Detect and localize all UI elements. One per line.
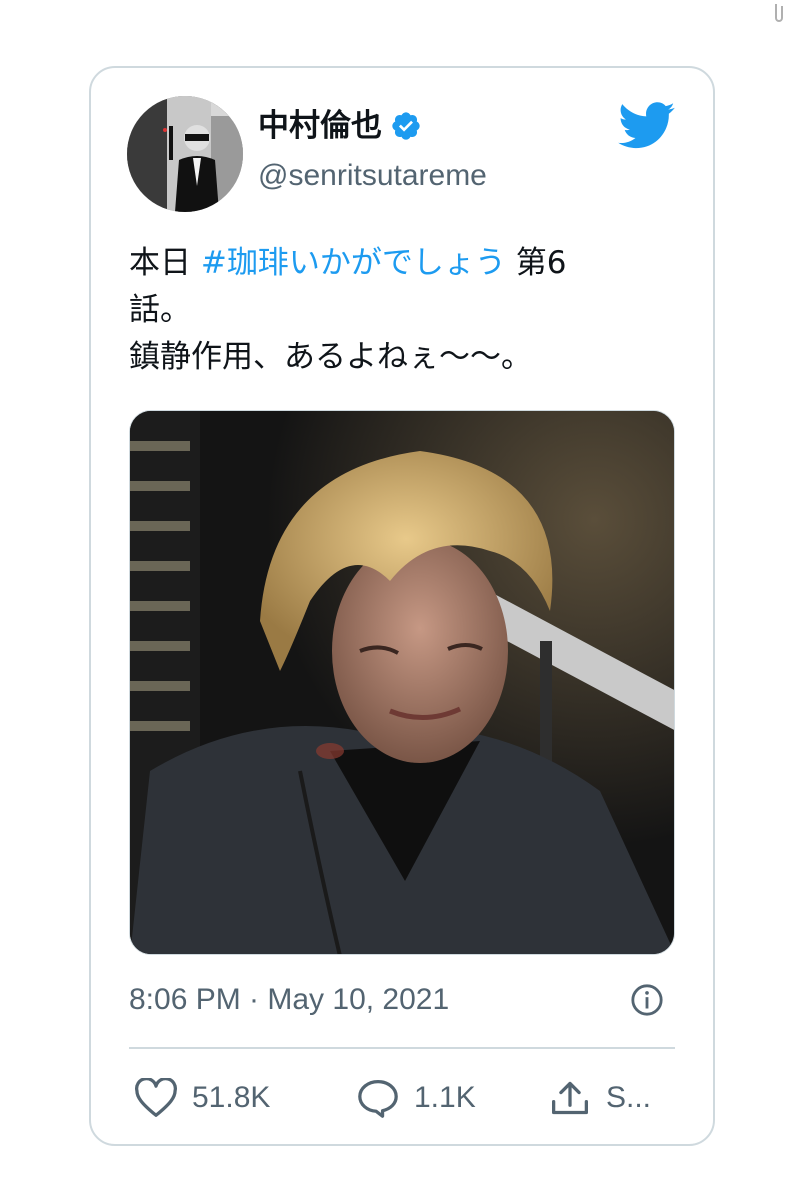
upload-share-icon bbox=[552, 1081, 588, 1115]
tweet-text: 本日 #珈琲いかがでしょう 第6 話。 鎮静作用、あるよねぇ〜〜。 bbox=[129, 240, 649, 381]
twitter-bird-icon[interactable] bbox=[618, 102, 676, 150]
info-icon[interactable] bbox=[630, 983, 664, 1017]
like-count: 51.8K bbox=[192, 1081, 271, 1114]
avatar[interactable] bbox=[127, 96, 243, 212]
tweet-photo[interactable] bbox=[129, 410, 675, 955]
reply-button[interactable]: 1.1K bbox=[356, 1074, 476, 1122]
share-label: S... bbox=[606, 1081, 652, 1114]
divider bbox=[129, 1047, 675, 1049]
tweet-text-line3: 鎮静作用、あるよねぇ〜〜。 bbox=[129, 339, 532, 375]
share-button[interactable]: S... bbox=[548, 1074, 651, 1122]
like-button[interactable]: 51.8K bbox=[134, 1074, 270, 1122]
verified-badge-icon bbox=[392, 112, 420, 140]
heart-icon bbox=[135, 1078, 177, 1117]
user-handle[interactable]: @senritsutareme bbox=[258, 156, 487, 196]
tweet-text-line2: 話。 bbox=[129, 292, 191, 328]
tweet-timestamp[interactable]: 8:06 PM · May 10, 2021 bbox=[129, 980, 449, 1020]
tweet-text-suffix: 第6 bbox=[505, 245, 567, 281]
display-name[interactable]: 中村倫也 bbox=[258, 106, 422, 146]
paperclip-icon bbox=[775, 4, 783, 22]
display-name-text[interactable]: 中村倫也 bbox=[258, 106, 382, 146]
tweet-text-prefix: 本日 bbox=[129, 245, 201, 281]
hashtag-link[interactable]: #珈琲いかがでしょう bbox=[201, 245, 506, 281]
speech-bubble-icon bbox=[358, 1080, 398, 1118]
reply-count: 1.1K bbox=[414, 1081, 476, 1114]
